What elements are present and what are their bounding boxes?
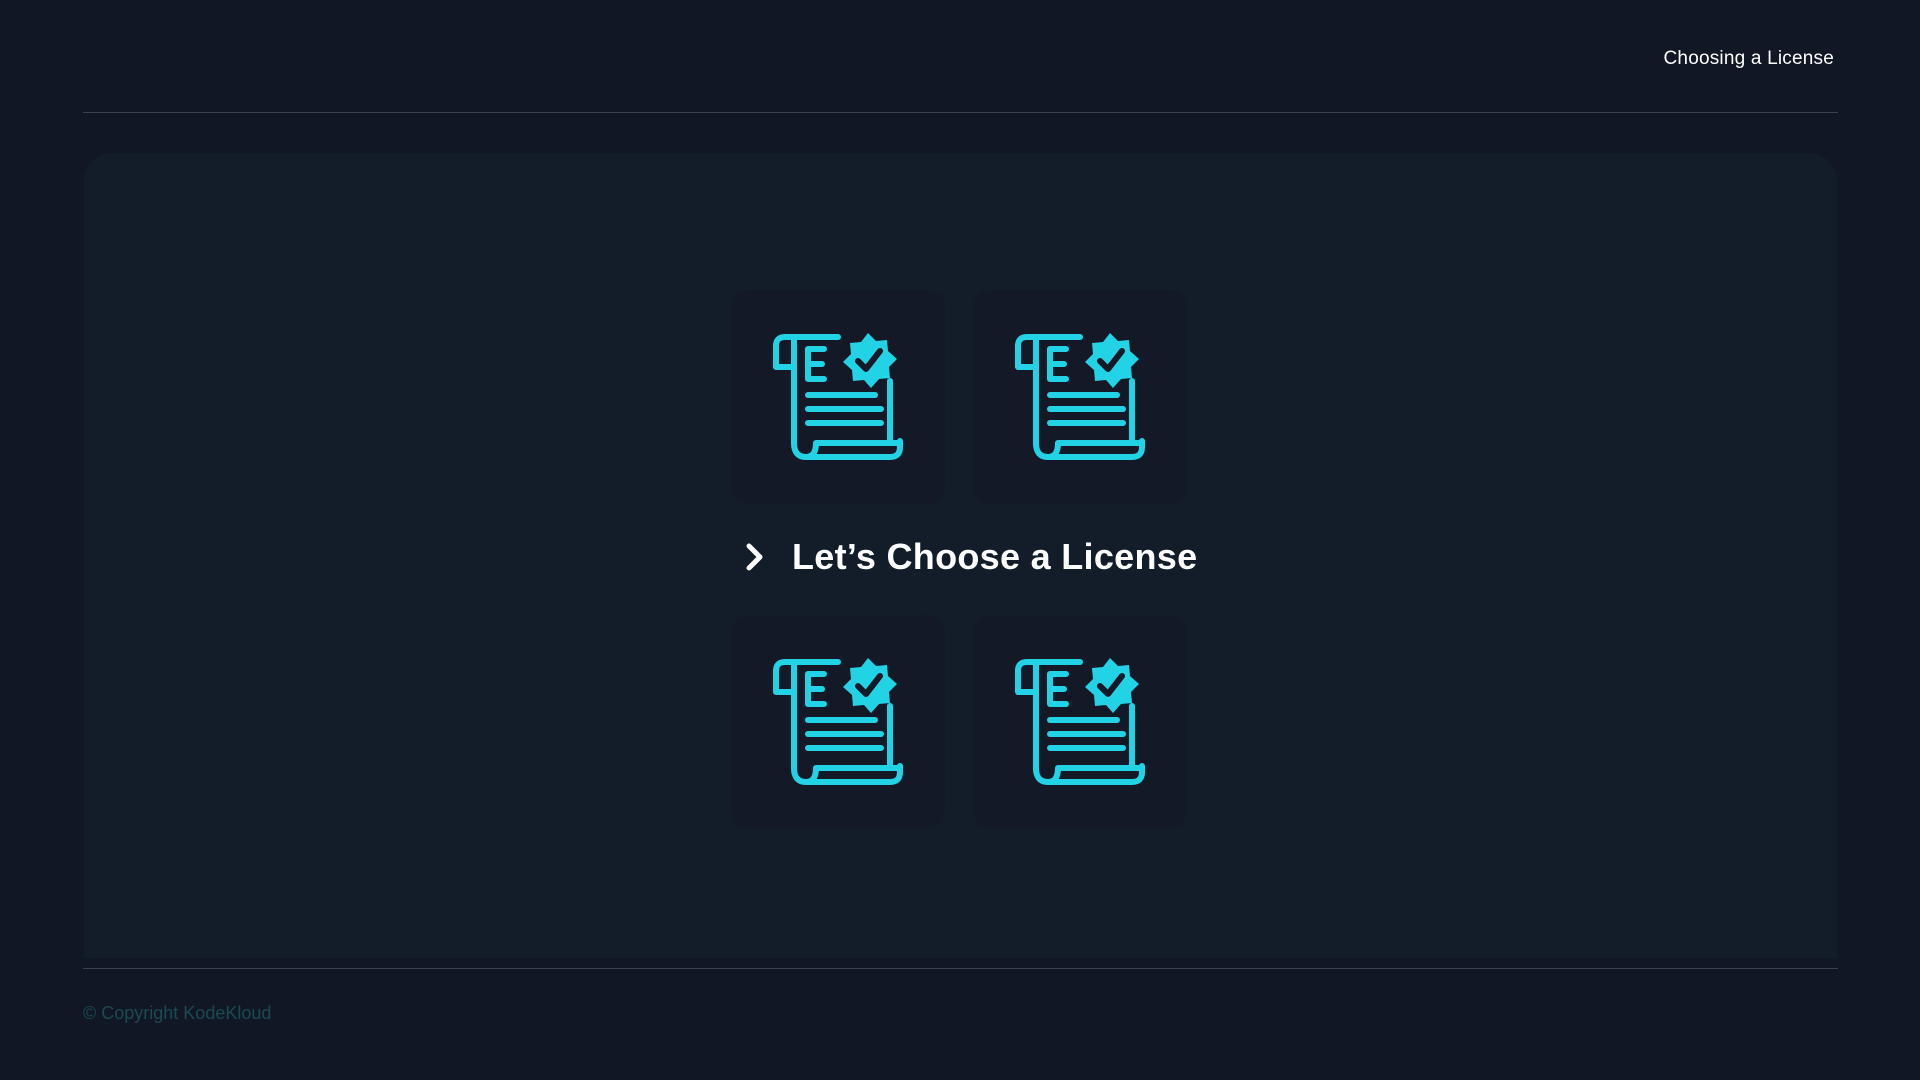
license-certificate-icon [772,331,904,463]
header-divider [83,112,1838,113]
slide-header-title: Choosing a License [1663,48,1834,69]
license-card [973,290,1187,504]
license-certificate-icon [1014,656,1146,788]
slide: Choosing a License Let’s Choose a Licens… [0,0,1920,1080]
footer-divider [83,968,1838,969]
license-certificate-icon [1014,331,1146,463]
license-card [731,290,945,504]
license-card [731,615,945,829]
license-card [973,615,1187,829]
chevron-right-icon [746,543,763,571]
license-certificate-icon [772,656,904,788]
heading-text: Let’s Choose a License [792,536,1198,577]
section-heading: Let’s Choose a License [744,530,1197,584]
copyright-text: © Copyright KodeKloud [83,1003,272,1023]
